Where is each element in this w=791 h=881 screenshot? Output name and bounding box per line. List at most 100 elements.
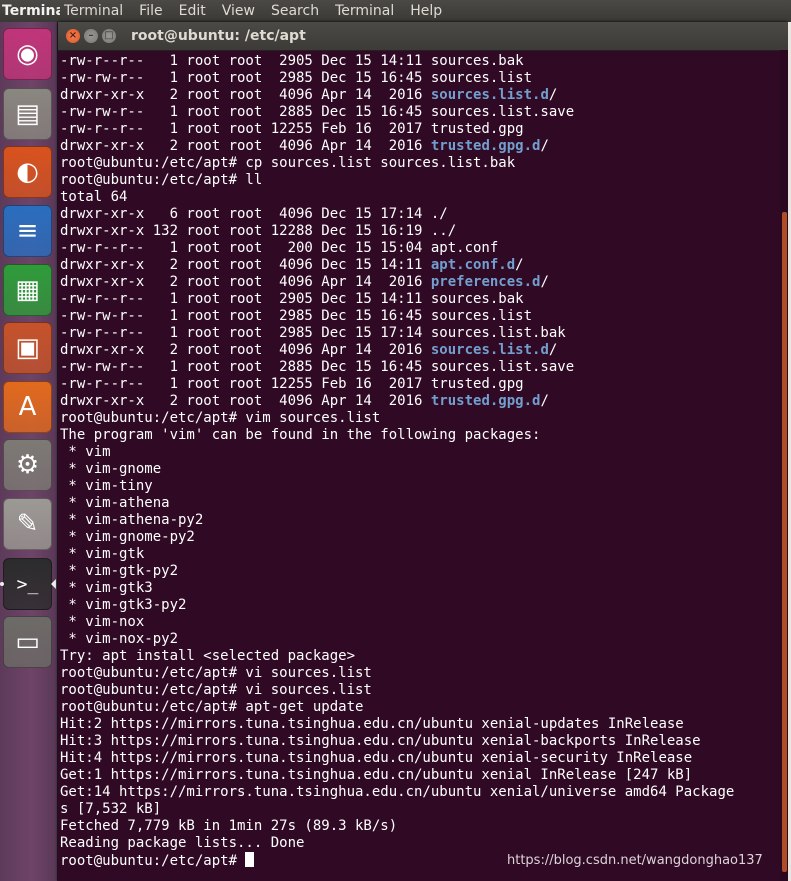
terminal-line: root@ubuntu:/etc/apt# vi sources.list: [60, 682, 734, 699]
close-button[interactable]: ×: [66, 29, 80, 43]
terminal-line: -rw-r--r-- 1 root root 200 Dec 15 15:04 …: [60, 240, 734, 257]
line-text: total 64: [60, 189, 128, 205]
line-text: drwxr-xr-x 2 root root 4096 Apr 14 2016: [60, 138, 431, 154]
terminal-line: s [7,532 kB]: [60, 801, 734, 818]
terminal-line: Try: apt install <selected package>: [60, 648, 734, 665]
terminal-line: Hit:2 https://mirrors.tuna.tsinghua.edu.…: [60, 716, 734, 733]
terminal-line: * vim-gtk3-py2: [60, 597, 734, 614]
libreoffice-calc-icon: ▦: [15, 275, 40, 305]
line-text: drwxr-xr-x 2 root root 4096 Dec 15 14:11: [60, 257, 431, 273]
launcher-ubuntu-dash[interactable]: ◉: [3, 28, 52, 80]
files-icon: ▤: [15, 99, 40, 129]
line-text: -rw-r--r-- 1 root root 200 Dec 15 15:04 …: [60, 240, 499, 256]
directory-name: preferences.d: [430, 274, 541, 290]
line-text: root@ubuntu:/etc/apt# ll: [60, 172, 263, 188]
line-text: * vim-nox: [60, 614, 145, 630]
terminal-line: Hit:4 https://mirrors.tuna.tsinghua.edu.…: [60, 750, 734, 767]
terminal-line: -rw-rw-r-- 1 root root 2885 Dec 15 16:45…: [60, 359, 734, 376]
window-titlebar[interactable]: × – □ root@ubuntu: /etc/apt: [58, 22, 788, 51]
line-text: -rw-rw-r-- 1 root root 2885 Dec 15 16:45…: [60, 104, 575, 120]
watermark: https://blog.csdn.net/wangdonghao137: [507, 853, 763, 868]
minimize-button[interactable]: –: [84, 29, 98, 43]
line-text: drwxr-xr-x 6 root root 4096 Dec 15 17:14…: [60, 206, 448, 222]
terminal-line: -rw-r--r-- 1 root root 2985 Dec 15 17:14…: [60, 325, 734, 342]
line-text: root@ubuntu:/etc/apt# cp sources.list so…: [60, 155, 516, 171]
terminal-line: Get:1 https://mirrors.tuna.tsinghua.edu.…: [60, 767, 734, 784]
menu-terminal-app[interactable]: Terminal: [64, 0, 123, 22]
line-text: -rw-r--r-- 1 root root 2985 Dec 15 17:14…: [60, 325, 566, 341]
line-text: /: [515, 257, 524, 273]
launcher-floppy-save[interactable]: ▭: [3, 616, 52, 668]
line-text: Get:1 https://mirrors.tuna.tsinghua.edu.…: [60, 767, 693, 783]
line-text: * vim-gtk-py2: [60, 563, 179, 579]
terminal-output[interactable]: -rw-r--r-- 1 root root 2905 Dec 15 14:11…: [58, 50, 780, 881]
launcher-libreoffice-calc[interactable]: ▦: [3, 264, 52, 316]
line-text: * vim: [60, 444, 111, 460]
maximize-button[interactable]: □: [102, 29, 116, 43]
launcher-text-editor[interactable]: ✎: [3, 498, 52, 550]
terminal-line: drwxr-xr-x 2 root root 4096 Apr 14 2016 …: [60, 393, 734, 410]
floppy-save-icon: ▭: [15, 627, 40, 657]
window-title: root@ubuntu: /etc/apt: [131, 28, 306, 44]
terminal-window: × – □ root@ubuntu: /etc/apt -rw-r--r-- 1…: [58, 22, 788, 881]
line-text: drwxr-xr-x 2 root root 4096 Apr 14 2016: [60, 274, 431, 290]
directory-name: trusted.gpg.d: [430, 138, 541, 154]
line-text: The program 'vim' can be found in the fo…: [60, 427, 541, 443]
top-menu-bar: Terminal Terminal File Edit View Search …: [0, 0, 791, 22]
launcher-ubuntu-software[interactable]: A: [3, 381, 52, 433]
line-text: drwxr-xr-x 2 root root 4096 Apr 14 2016: [60, 393, 431, 409]
directory-name: trusted.gpg.d: [430, 393, 541, 409]
line-text: /: [540, 274, 549, 290]
launcher-system-settings[interactable]: ⚙: [3, 439, 52, 491]
menu-edit[interactable]: Edit: [179, 0, 206, 22]
line-text: s [7,532 kB]: [60, 801, 162, 817]
line-text: * vim-gnome-py2: [60, 529, 195, 545]
line-text: * vim-gtk: [60, 546, 145, 562]
terminal-line: * vim-nox: [60, 614, 734, 631]
line-text: -rw-r--r-- 1 root root 2905 Dec 15 14:11…: [60, 291, 524, 307]
ubuntu-dash-icon: ◉: [16, 39, 39, 69]
terminal-line: * vim-tiny: [60, 478, 734, 495]
menu-file[interactable]: File: [139, 0, 162, 22]
ubuntu-software-icon: A: [18, 392, 37, 422]
scrollbar-thumb[interactable]: [782, 212, 787, 872]
line-text: * vim-gtk3-py2: [60, 597, 187, 613]
terminal-line: Get:14 https://mirrors.tuna.tsinghua.edu…: [60, 784, 734, 801]
line-text: Reading package lists... Done: [60, 835, 305, 851]
terminal-line: drwxr-xr-x 132 root root 12288 Dec 15 16…: [60, 223, 734, 240]
launcher-terminal[interactable]: >_: [3, 558, 52, 610]
line-text: -rw-rw-r-- 1 root root 2985 Dec 15 16:45…: [60, 70, 533, 86]
terminal-line: -rw-rw-r-- 1 root root 2985 Dec 15 16:45…: [60, 70, 734, 87]
launcher-libreoffice-impress[interactable]: ▣: [3, 322, 52, 374]
line-text: /: [548, 342, 558, 358]
terminal-line: * vim-athena-py2: [60, 512, 734, 529]
libreoffice-impress-icon: ▣: [15, 333, 40, 363]
line-text: * vim-athena: [60, 495, 170, 511]
menu-bar: Terminal File Edit View Search Terminal …: [64, 0, 458, 22]
terminal-line: root@ubuntu:/etc/apt# vim sources.list: [60, 410, 734, 427]
terminal-line: -rw-r--r-- 1 root root 12255 Feb 16 2017…: [60, 121, 734, 138]
terminal-line: root@ubuntu:/etc/apt# vi sources.list: [60, 665, 734, 682]
line-text: drwxr-xr-x 2 root root 4096 Apr 14 2016: [60, 87, 431, 103]
scrollbar[interactable]: [780, 50, 788, 881]
terminal-lines: -rw-r--r-- 1 root root 2905 Dec 15 14:11…: [60, 53, 734, 869]
line-text: Get:14 https://mirrors.tuna.tsinghua.edu…: [60, 784, 735, 800]
launcher-firefox[interactable]: ◐: [3, 146, 52, 198]
terminal-line: * vim-gtk-py2: [60, 563, 734, 580]
terminal-line: Fetched 7,779 kB in 1min 27s (89.3 kB/s): [60, 818, 734, 835]
menu-help[interactable]: Help: [410, 0, 442, 22]
app-name: Terminal: [2, 3, 60, 19]
terminal-line: * vim-gnome: [60, 461, 734, 478]
launcher-libreoffice-writer[interactable]: ≡: [3, 205, 52, 257]
menu-terminal[interactable]: Terminal: [335, 0, 394, 22]
menu-search[interactable]: Search: [271, 0, 319, 22]
line-text: -rw-r--r-- 1 root root 12255 Feb 16 2017…: [60, 376, 524, 392]
terminal-line: root@ubuntu:/etc/apt# ll: [60, 172, 734, 189]
launcher-files[interactable]: ▤: [3, 88, 52, 140]
terminal-line: drwxr-xr-x 2 root root 4096 Apr 14 2016 …: [60, 138, 734, 155]
line-text: -rw-rw-r-- 1 root root 2885 Dec 15 16:45…: [60, 359, 575, 375]
line-text: Hit:4 https://mirrors.tuna.tsinghua.edu.…: [60, 750, 693, 766]
libreoffice-writer-icon: ≡: [16, 216, 39, 246]
running-indicator: [0, 582, 4, 586]
menu-view[interactable]: View: [222, 0, 255, 22]
